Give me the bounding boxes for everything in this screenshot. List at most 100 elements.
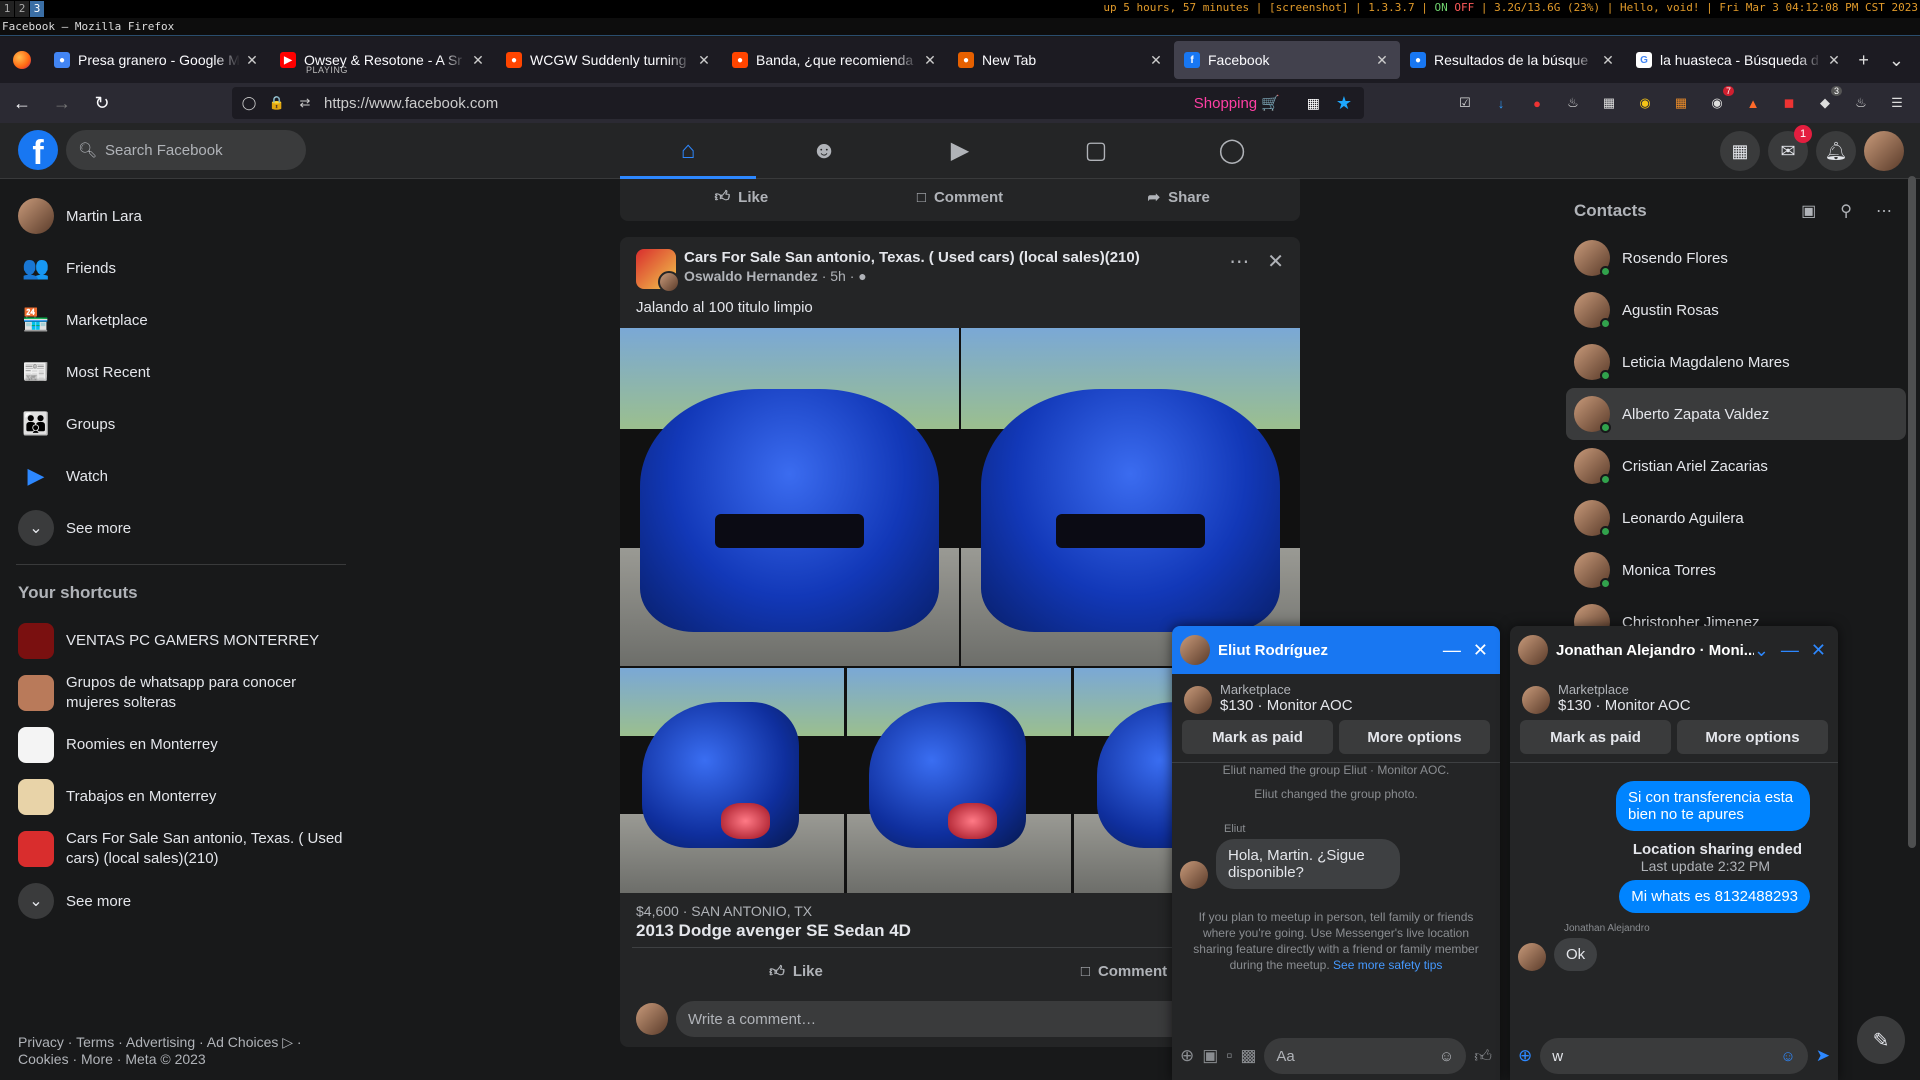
workspace-2[interactable]: 2 [15, 1, 29, 17]
like-button-2[interactable]: 👍︎ Like [632, 948, 960, 995]
add-plus-icon[interactable]: ⊕ [1518, 1046, 1532, 1066]
close-tab-icon[interactable]: ✕ [1374, 52, 1390, 69]
pocket-icon[interactable]: ☑ [1454, 92, 1476, 114]
chat-header-2[interactable]: Jonathan Alejandro · Moni... ⌄ — ✕ [1510, 626, 1838, 674]
incoming-message[interactable]: Hola, Martin. ¿Sigue disponible? [1216, 839, 1400, 889]
facebook-logo[interactable]: f [18, 130, 58, 170]
post-group-name[interactable]: Cars For Sale San antonio, Texas. ( Used… [684, 249, 1229, 266]
hamburger-menu-icon[interactable]: ☰ [1886, 92, 1908, 114]
new-message-button[interactable]: ✎ [1857, 1016, 1905, 1064]
footer-links[interactable]: Privacy · Terms · Advertising · Ad Choic… [18, 1034, 338, 1068]
shortcut-item[interactable]: Grupos de whatsapp para conocer mujeres … [8, 667, 348, 719]
image-icon[interactable]: ▣ [1202, 1046, 1218, 1066]
extension-grid-icon[interactable]: ▦ [1598, 92, 1620, 114]
send-icon[interactable]: ➤ [1816, 1046, 1830, 1066]
message-input[interactable]: Aa ☺ [1264, 1038, 1467, 1074]
home-tab[interactable]: ⌂ [620, 123, 756, 179]
marketplace-item-2[interactable]: Marketplace $130 · Monitor AOC [1510, 674, 1838, 714]
incoming-message-2[interactable]: Ok [1554, 938, 1598, 971]
sidebar-item[interactable]: 🏪 Marketplace [8, 294, 348, 346]
author-avatar[interactable] [658, 271, 680, 293]
location-share-notice[interactable]: Location sharing ended Last update 2:32 … [1518, 841, 1802, 874]
reload-button[interactable]: ↻ [84, 87, 120, 119]
extension-stack-icon[interactable]: ▦ [1670, 92, 1692, 114]
notifications-button[interactable]: 🔔︎ [1816, 131, 1856, 171]
car-photo-3[interactable] [620, 668, 844, 893]
forward-button[interactable]: → [44, 87, 80, 119]
extension-badge-3-icon[interactable]: ◆ 3 [1814, 86, 1842, 114]
contact-item[interactable]: Agustin Rosas [1566, 284, 1906, 336]
chevron-down-icon[interactable]: ⌄ [1754, 640, 1769, 661]
sidebar-item[interactable]: 📰 Most Recent [8, 346, 348, 398]
mark-as-paid-button-2[interactable]: Mark as paid [1520, 720, 1671, 754]
browser-tab[interactable]: ● Banda, ¿que recomienda ✕ [722, 41, 948, 79]
search-facebook-input[interactable]: 🔍︎ Search Facebook [66, 130, 306, 170]
url-text[interactable]: https://www.facebook.com [324, 95, 498, 112]
extension-red-icon[interactable]: ● [1526, 92, 1548, 114]
marketplace-tab[interactable]: ▢ [1028, 123, 1164, 178]
close-chat-icon[interactable]: ✕ [1811, 640, 1826, 661]
shortcut-item[interactable]: Trabajos en Monterrey [8, 771, 348, 823]
group-thumbnail[interactable] [636, 249, 680, 293]
contact-item[interactable]: Alberto Zapata Valdez [1566, 388, 1906, 440]
account-avatar[interactable] [1864, 131, 1904, 171]
browser-tab[interactable]: ▶ Owsey & Resotone - A Sr PLAYING ✕ [270, 41, 496, 79]
mark-as-paid-button[interactable]: Mark as paid [1182, 720, 1333, 754]
close-tab-icon[interactable]: ✕ [1600, 52, 1616, 69]
sidebar-item[interactable]: Martin Lara [8, 190, 348, 242]
browser-tab[interactable]: Gla huasteca - Búsqueda d ✕ [1626, 41, 1852, 79]
post-author[interactable]: Oswaldo Hernandez [684, 268, 818, 284]
outgoing-message-2[interactable]: Mi whats es 8132488293 [1619, 880, 1810, 913]
chat-header[interactable]: Eliut Rodríguez — ✕ [1172, 626, 1500, 674]
close-tab-icon[interactable]: ✕ [696, 52, 712, 69]
close-tab-icon[interactable]: ✕ [922, 52, 938, 69]
menu-button[interactable]: ▦ [1720, 131, 1760, 171]
shortcut-item[interactable]: VENTAS PC GAMERS MONTERREY [8, 615, 348, 667]
sidebar-item[interactable]: 👥 Friends [8, 242, 348, 294]
shortcut-item[interactable]: Roomies en Monterrey [8, 719, 348, 771]
watch-tab[interactable]: ▶ [892, 123, 1028, 178]
close-tab-icon[interactable]: ✕ [244, 52, 260, 69]
like-button[interactable]: 👍︎ Like [632, 179, 851, 221]
extension-badge-7-icon[interactable]: ◉ 7 [1706, 86, 1734, 114]
ublock-icon[interactable]: ◼ [1778, 92, 1800, 114]
post-time[interactable]: 5h [830, 268, 846, 284]
sidebar-item[interactable]: 👪 Groups [8, 398, 348, 450]
qr-grid-icon[interactable]: ▦ [1307, 95, 1320, 112]
new-room-video-icon[interactable]: ▣ [1801, 201, 1816, 221]
marketplace-item[interactable]: Marketplace $130 · Monitor AOC [1172, 674, 1500, 714]
gaming-tab[interactable]: ◯ [1164, 123, 1300, 178]
close-post-icon[interactable]: ✕ [1267, 249, 1284, 289]
extension-colorwheel-icon[interactable]: ◉ [1634, 92, 1656, 114]
emoji-icon[interactable]: ☺ [1439, 1048, 1454, 1065]
new-tab-button[interactable]: + [1858, 50, 1869, 71]
gif-icon[interactable]: ▩ [1240, 1046, 1256, 1066]
minimize-chat-icon[interactable]: — [1443, 640, 1461, 661]
permissions-icon[interactable]: ⇄ [294, 95, 316, 111]
more-options-icon[interactable]: ⋯ [1229, 249, 1249, 289]
contact-item[interactable]: Cristian Ariel Zacarias [1566, 440, 1906, 492]
tab-list-button[interactable]: ⌄ [1889, 50, 1904, 71]
shortcuts-see-more[interactable]: ⌄ See more [8, 875, 348, 927]
search-contacts-icon[interactable]: ⚲ [1840, 201, 1852, 221]
browser-tab[interactable]: ● WCGW Suddenly turning ✕ [496, 41, 722, 79]
firefox-menu-button[interactable] [0, 37, 44, 83]
extension-fox-icon[interactable]: ▲ [1742, 92, 1764, 114]
close-chat-icon[interactable]: ✕ [1473, 640, 1488, 661]
contact-item[interactable]: Leonardo Aguilera [1566, 492, 1906, 544]
minimize-chat-icon[interactable]: — [1781, 640, 1799, 661]
back-button[interactable]: ← [4, 87, 40, 119]
car-photo-2[interactable] [961, 328, 1300, 666]
browser-tab[interactable]: ● New Tab ✕ [948, 41, 1174, 79]
add-plus-icon[interactable]: ⊕ [1180, 1046, 1194, 1066]
workspace-3[interactable]: 3 [30, 1, 44, 17]
contact-item[interactable]: Leticia Magdaleno Mares [1566, 336, 1906, 388]
outgoing-message[interactable]: Si con transferencia esta bien no te apu… [1616, 781, 1810, 831]
shopping-button[interactable]: Shopping 🛒 [1194, 94, 1280, 112]
close-tab-icon[interactable]: ✕ [1826, 52, 1842, 69]
extensions-puzzle-icon[interactable]: ♨ [1850, 92, 1872, 114]
extension-puzzle-icon[interactable]: ♨ [1562, 92, 1584, 114]
sticker-icon[interactable]: ▫ [1226, 1046, 1232, 1066]
close-tab-icon[interactable]: ✕ [1148, 52, 1164, 69]
car-photo-1[interactable] [620, 328, 959, 666]
